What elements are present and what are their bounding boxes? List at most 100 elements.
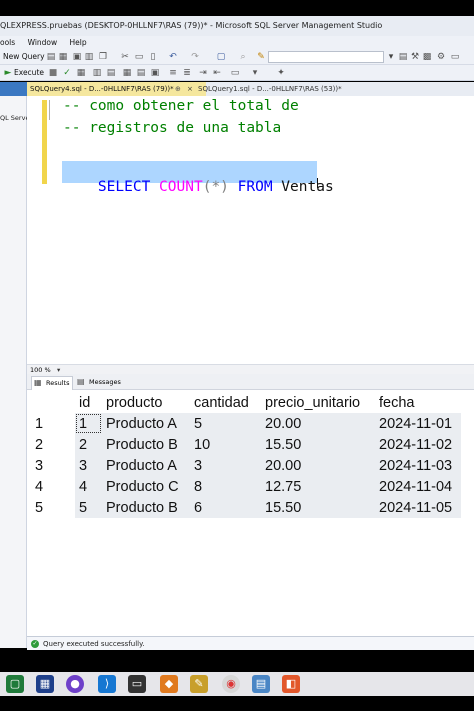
chevron-down-icon[interactable]: ▾ <box>386 52 396 62</box>
copy-icon[interactable]: ❐ <box>98 52 108 62</box>
cut-icon[interactable]: ✂ <box>120 52 130 62</box>
row-number[interactable]: 1 <box>31 413 75 434</box>
plan-icon[interactable]: ▤ <box>106 68 116 78</box>
save-all-icon[interactable]: ▥ <box>84 52 94 62</box>
tab-sqlquery1[interactable]: SQLQuery1.sql - D...-0HLLNF7\RAS (53))* <box>195 82 368 96</box>
menu-item-help[interactable]: Help <box>70 36 87 49</box>
comment-icon[interactable]: ≡ <box>168 68 178 78</box>
new-query-button[interactable]: New Query <box>3 49 45 65</box>
orange-app-icon[interactable]: ◧ <box>282 675 300 693</box>
pin-icon[interactable]: ⊕ <box>175 82 181 96</box>
table-cell[interactable]: 12.75 <box>261 476 375 497</box>
table-cell[interactable]: 5 <box>75 497 102 518</box>
row-number[interactable]: 4 <box>31 476 75 497</box>
query-editor[interactable]: -- como obtener el total de -- registros… <box>27 96 474 364</box>
window-icon[interactable]: ▭ <box>450 52 460 62</box>
table-row[interactable]: 3 3 Producto A 3 20.00 2024-11-03 <box>31 455 461 476</box>
redo-icon[interactable]: ↷ <box>190 52 200 62</box>
indent-icon[interactable]: ⇥ <box>198 68 208 78</box>
table-cell[interactable]: 20.00 <box>261 455 375 476</box>
find-icon[interactable]: ✎ <box>256 52 266 62</box>
save-icon[interactable]: ▣ <box>72 52 82 62</box>
query-options-icon[interactable]: ▥ <box>92 68 102 78</box>
results-text-icon[interactable]: ▤ <box>136 68 146 78</box>
menu-item-tools[interactable]: ools <box>0 36 15 49</box>
table-cell[interactable]: Producto A <box>102 455 190 476</box>
row-number[interactable]: 5 <box>31 497 75 518</box>
execute-icon[interactable]: ► <box>3 68 13 78</box>
column-header[interactable]: fecha <box>375 392 461 413</box>
toolbar-overflow-icon[interactable]: ▾ <box>250 68 260 78</box>
sublime-icon[interactable]: ◆ <box>160 675 178 693</box>
table-cell[interactable]: 2024-11-03 <box>375 455 461 476</box>
table-cell[interactable]: Producto B <box>102 434 190 455</box>
search-icon[interactable]: ⌕ <box>238 52 248 62</box>
table-cell[interactable]: Producto A <box>102 413 190 434</box>
table-cell[interactable]: 2024-11-02 <box>375 434 461 455</box>
table-row[interactable]: 1 1 Producto A 5 20.00 2024-11-01 <box>31 413 461 434</box>
table-cell[interactable]: 3 <box>190 455 261 476</box>
undo-icon[interactable]: ↶ <box>168 52 178 62</box>
column-header[interactable]: producto <box>102 392 190 413</box>
results-grid[interactable]: id producto cantidad precio_unitario fec… <box>27 390 474 636</box>
table-cell[interactable]: 1 <box>75 413 102 434</box>
close-icon[interactable]: × <box>187 82 193 96</box>
tab-messages[interactable]: ▤ Messages <box>77 376 125 389</box>
table-cell[interactable]: 2 <box>75 434 102 455</box>
table-row[interactable]: 2 2 Producto B 10 15.50 2024-11-02 <box>31 434 461 455</box>
open-file-icon[interactable]: ▤ <box>46 52 56 62</box>
start-icon[interactable]: ▢ <box>6 675 24 693</box>
new-window-icon[interactable]: ▢ <box>216 52 226 62</box>
table-cell[interactable]: 10 <box>190 434 261 455</box>
table-row[interactable]: 4 4 Producto C 8 12.75 2024-11-04 <box>31 476 461 497</box>
specify-values-icon[interactable]: ▭ <box>230 68 240 78</box>
row-number[interactable]: 2 <box>31 434 75 455</box>
chrome-icon[interactable]: ◉ <box>222 675 240 693</box>
column-header[interactable]: id <box>75 392 102 413</box>
execute-button[interactable]: Execute <box>14 65 44 81</box>
toolbox-icon[interactable]: ▩ <box>422 52 432 62</box>
table-cell[interactable]: 15.50 <box>261 434 375 455</box>
column-header[interactable]: cantidad <box>190 392 261 413</box>
vscode-icon[interactable]: ⟩ <box>98 675 116 693</box>
results-file-icon[interactable]: ▣ <box>150 68 160 78</box>
table-cell[interactable]: 2024-11-01 <box>375 413 461 434</box>
row-number[interactable]: 3 <box>31 455 75 476</box>
table-cell[interactable]: 3 <box>75 455 102 476</box>
table-cell[interactable]: Producto C <box>102 476 190 497</box>
vmware-icon[interactable]: ▦ <box>36 675 54 693</box>
table-cell[interactable]: 2024-11-05 <box>375 497 461 518</box>
tools-icon[interactable]: ⚒ <box>410 52 420 62</box>
terminal-icon[interactable]: ▭ <box>128 675 146 693</box>
object-explorer-panel[interactable]: QL Serve <box>0 82 29 648</box>
search-combo[interactable] <box>268 51 384 63</box>
table-cell[interactable]: 5 <box>190 413 261 434</box>
settings-icon[interactable]: ⚙ <box>436 52 446 62</box>
debug-icon[interactable]: ▦ <box>76 68 86 78</box>
tab-results[interactable]: ▦ Results <box>31 376 73 390</box>
clipboard-icon[interactable]: ▯ <box>148 52 158 62</box>
parse-icon[interactable]: ✓ <box>62 68 72 78</box>
menu-item-window[interactable]: Window <box>28 36 58 49</box>
intellisense-icon[interactable]: ✦ <box>276 68 286 78</box>
table-cell[interactable]: Producto B <box>102 497 190 518</box>
database-icon[interactable]: ▦ <box>58 52 68 62</box>
paste-icon[interactable]: ▭ <box>134 52 144 62</box>
outdent-icon[interactable]: ⇤ <box>212 68 222 78</box>
row-number-header[interactable] <box>31 392 75 413</box>
table-row[interactable]: 5 5 Producto B 6 15.50 2024-11-05 <box>31 497 461 518</box>
ssms-icon[interactable]: ✎ <box>190 675 208 693</box>
notepad-icon[interactable]: ▤ <box>252 675 270 693</box>
column-header[interactable]: precio_unitario <box>261 392 375 413</box>
table-cell[interactable]: 4 <box>75 476 102 497</box>
results-grid-icon[interactable]: ▦ <box>122 68 132 78</box>
github-icon[interactable]: ● <box>66 675 84 693</box>
table-cell[interactable]: 6 <box>190 497 261 518</box>
table-cell[interactable]: 15.50 <box>261 497 375 518</box>
uncomment-icon[interactable]: ≣ <box>182 68 192 78</box>
tab-sqlquery4[interactable]: SQLQuery4.sql - D...-0HLLNF7\RAS (79))* … <box>27 82 206 96</box>
table-cell[interactable]: 20.00 <box>261 413 375 434</box>
table-cell[interactable]: 2024-11-04 <box>375 476 461 497</box>
table-cell[interactable]: 8 <box>190 476 261 497</box>
server-node-label[interactable]: QL Serve <box>0 114 29 122</box>
